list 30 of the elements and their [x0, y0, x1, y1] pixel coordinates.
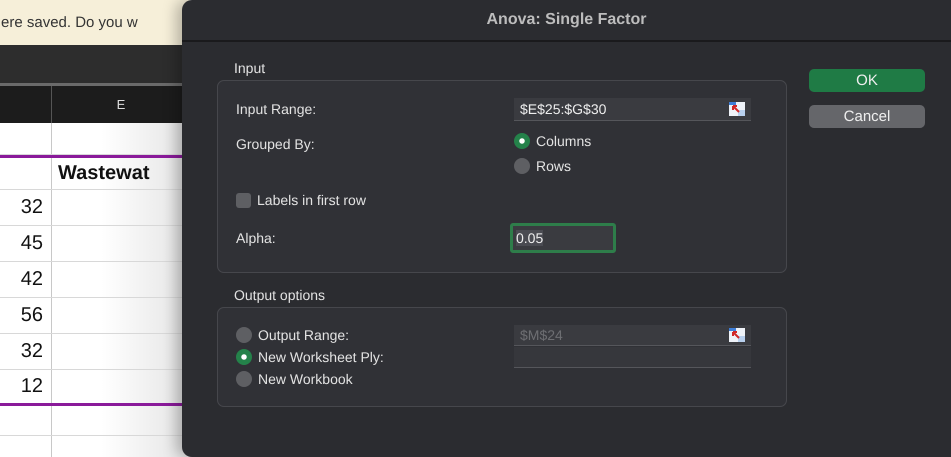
radio-button[interactable] — [236, 349, 252, 365]
table-cell: 42 — [0, 262, 52, 297]
radio-label[interactable]: New Workbook — [258, 371, 353, 387]
table-cell: 32 — [0, 190, 52, 225]
table-cell: 12 — [0, 370, 52, 403]
radio-button[interactable] — [514, 133, 530, 149]
group-label: Input — [233, 60, 266, 76]
range-picker-icon[interactable] — [729, 102, 745, 116]
input-field[interactable] — [514, 346, 751, 368]
table-cell: 32 — [0, 334, 52, 369]
cancel-button[interactable]: Cancel — [809, 105, 925, 128]
checkbox[interactable] — [236, 192, 251, 208]
field-label: Grouped By: — [236, 135, 316, 152]
table-cell: 45 — [0, 226, 52, 261]
radio-button[interactable] — [236, 371, 252, 387]
radio-label[interactable]: Rows — [536, 158, 572, 174]
input-field[interactable]: 0.05 — [510, 223, 616, 253]
checkbox-label[interactable]: Labels in first row — [257, 192, 366, 208]
notification-text: ere saved. Do you w — [1, 14, 138, 31]
radio-label[interactable]: Columns — [536, 133, 592, 149]
group-label: Output options — [233, 287, 326, 303]
field-label: Input Range: — [236, 101, 318, 117]
input-field[interactable]: $E$25:$G$30 — [514, 98, 751, 120]
table-cell: 56 — [0, 298, 52, 333]
table-cell-text: Wastewat — [57, 161, 151, 186]
radio-label[interactable]: New Worksheet Ply: — [258, 349, 384, 365]
field-label: Alpha: — [236, 230, 277, 246]
ok-button[interactable]: OK — [809, 69, 925, 92]
radio-button[interactable] — [514, 158, 530, 174]
window-title: Anova: Single Factor — [182, 0, 951, 42]
